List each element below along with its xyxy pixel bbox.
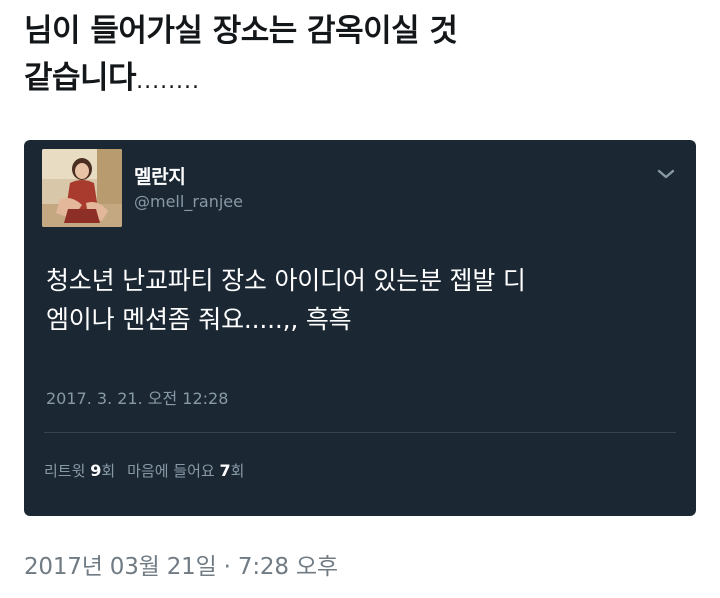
embedded-tweet-card[interactable]: 멜란지 @mell_ranjee 청소년 난교파티 장소 아이디어 있는분 젭발… <box>24 140 696 516</box>
retweet-stat[interactable]: 리트윗 9회 <box>44 461 116 480</box>
retweet-unit: 회 <box>101 462 116 480</box>
tweet-timestamp[interactable]: 2017. 3. 21. 오전 12:28 <box>46 385 228 409</box>
post-text-line2: 같습니다 <box>24 60 137 96</box>
divider <box>44 432 676 433</box>
post-date: 2017년 03월 21일 · 7:28 오후 <box>24 554 338 580</box>
post-text-dots: ........ <box>136 69 201 94</box>
post-text: 님이 들어가실 장소는 감옥이실 것 같습니다........ <box>24 8 684 105</box>
retweet-count: 9 <box>90 461 102 480</box>
tweet-text: 청소년 난교파티 장소 아이디어 있는분 젭발 디 엠이나 멘션좀 줘요....… <box>46 261 676 339</box>
like-label: 마음에 들어요 <box>127 462 215 480</box>
avatar[interactable] <box>42 149 122 227</box>
user-handle[interactable]: @mell_ranjee <box>134 192 243 211</box>
avatar-image <box>42 149 122 227</box>
tweet-text-line1: 청소년 난교파티 장소 아이디어 있는분 젭발 디 <box>46 266 526 295</box>
chevron-down-icon[interactable] <box>654 164 678 184</box>
like-stat[interactable]: 마음에 들어요 7회 <box>127 461 245 480</box>
retweet-label: 리트윗 <box>44 462 86 480</box>
tweet-stats: 리트윗 9회 마음에 들어요 7회 <box>44 460 244 481</box>
tweet-text-line2: 엠이나 멘션좀 줘요.....,, 흑흑 <box>46 305 352 334</box>
display-name[interactable]: 멜란지 <box>134 162 186 189</box>
like-unit: 회 <box>230 462 245 480</box>
like-count: 7 <box>219 461 231 480</box>
post-text-line1: 님이 들어가실 장소는 감옥이실 것 <box>24 13 458 49</box>
